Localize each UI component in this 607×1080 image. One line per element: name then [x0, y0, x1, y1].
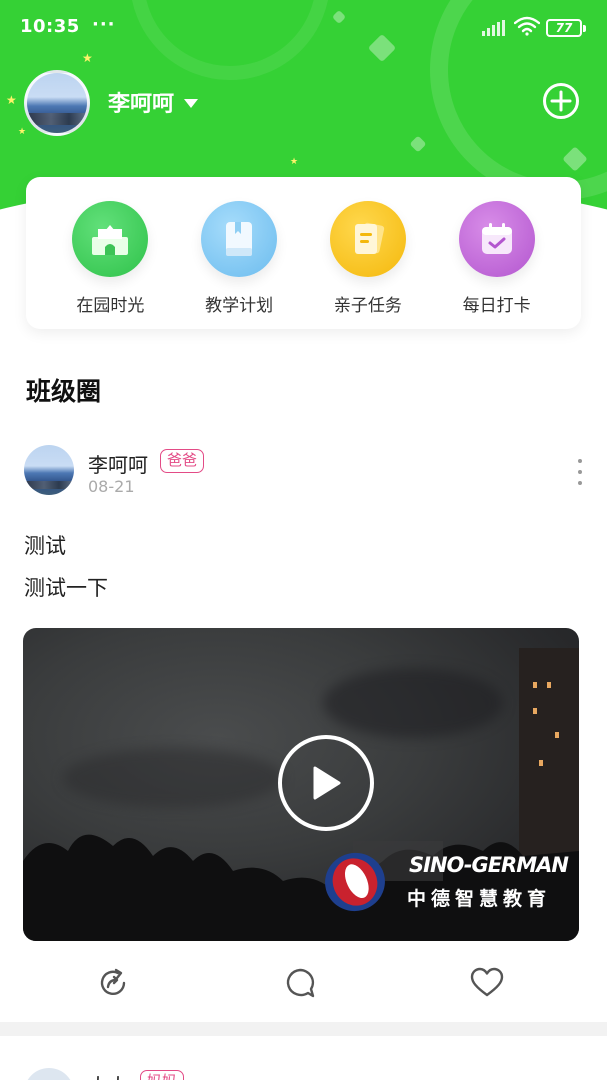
heart-icon	[470, 967, 504, 997]
decor-star: ★	[18, 127, 27, 137]
user-name: 李呵呵	[108, 92, 175, 117]
post-video[interactable]: SINO-GERMAN 中德智慧教育	[23, 628, 579, 941]
quick-item-daily-checkin[interactable]: 每日打卡	[442, 177, 552, 329]
battery-icon: 77	[546, 19, 586, 37]
school-icon	[72, 201, 149, 277]
quick-item-label: 每日打卡	[462, 296, 531, 316]
share-icon	[100, 968, 126, 995]
comment-icon	[286, 968, 315, 998]
status-time: 10:35	[20, 16, 80, 37]
signal-icon	[482, 20, 505, 36]
more-options-icon[interactable]	[570, 459, 590, 485]
post-divider	[0, 1022, 607, 1036]
decor-star: ★	[6, 93, 17, 107]
book-icon	[201, 201, 278, 277]
wifi-icon	[513, 16, 541, 41]
decor-star: ★	[290, 157, 299, 167]
quick-item-label: 教学计划	[205, 296, 274, 316]
video-trees	[23, 834, 579, 941]
share-button[interactable]	[96, 966, 130, 1000]
play-icon	[313, 766, 341, 800]
post-role-badge: 爸爸	[160, 449, 205, 473]
post-text-line: 测试	[24, 534, 66, 558]
plus-circle-icon	[543, 83, 579, 119]
post-date: 08-21	[88, 477, 135, 496]
quick-item-parent-task[interactable]: 亲子任务	[313, 177, 423, 329]
watermark-chinese: 中德智慧教育	[407, 888, 552, 910]
post-actions	[0, 966, 607, 1006]
section-title: 班级圈	[26, 377, 102, 406]
quick-item-label: 亲子任务	[333, 296, 402, 316]
watermark-english: SINO-GERMAN	[409, 853, 569, 877]
caret-down-icon	[184, 99, 199, 108]
quick-menu-card: 在园时光 教学计划 亲子任务 每日打卡	[26, 177, 581, 329]
decor-diamond	[409, 135, 427, 153]
task-card-icon	[329, 201, 406, 277]
user-switcher[interactable]: 李呵呵	[108, 86, 199, 118]
calendar-check-icon	[458, 201, 535, 277]
quick-item-teaching-plan[interactable]: 教学计划	[184, 177, 294, 329]
class-circle-page: ★ ★ ★ ★ 10:35 ··· 77 李呵呵 在园时光 教学计划 亲子任务 …	[0, 0, 607, 1080]
like-button[interactable]	[470, 966, 504, 1000]
next-post-role-badge: 妈妈	[140, 1070, 185, 1080]
quick-item-campus-time[interactable]: 在园时光	[55, 177, 165, 329]
user-avatar[interactable]	[24, 70, 90, 136]
add-button[interactable]	[542, 82, 580, 120]
comment-button[interactable]	[283, 966, 317, 1000]
post-author-name[interactable]: 李呵呵	[88, 449, 148, 478]
play-button[interactable]	[278, 735, 374, 831]
brand-logo-icon	[325, 852, 385, 912]
quick-item-label: 在园时光	[76, 296, 145, 316]
post-text-line: 测试一下	[24, 576, 108, 600]
next-post-author-name[interactable]: 大大	[88, 1070, 128, 1080]
next-post-avatar[interactable]	[24, 1068, 74, 1080]
post-author-avatar[interactable]	[24, 445, 74, 495]
status-bar: 10:35 ··· 77	[0, 0, 607, 56]
status-more-dots: ···	[92, 14, 116, 35]
